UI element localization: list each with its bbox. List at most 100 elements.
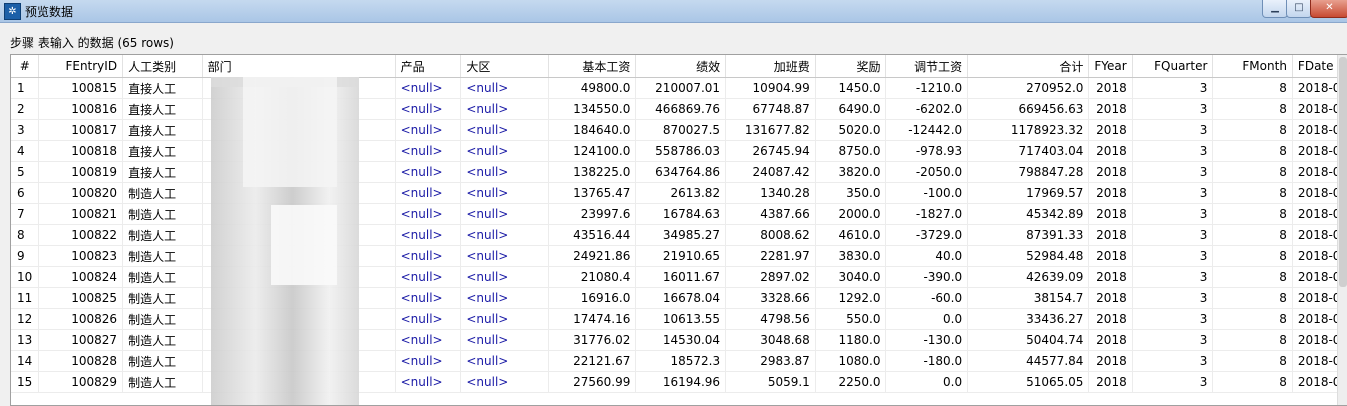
table-cell[interactable]: 8	[1212, 329, 1293, 351]
table-cell[interactable]: 87391.33	[967, 224, 1090, 246]
table-cell[interactable]: 2250.0	[815, 371, 887, 393]
table-cell[interactable]: 10	[11, 266, 40, 288]
table-cell[interactable]: 16194.96	[635, 371, 727, 393]
table-cell[interactable]: <null>	[395, 224, 462, 246]
table-cell[interactable]: <null>	[395, 266, 462, 288]
table-cell[interactable]: 8	[1212, 182, 1293, 204]
table-cell[interactable]: 100821	[38, 203, 124, 225]
table-cell[interactable]: 3	[1132, 350, 1214, 372]
minimize-button[interactable]: ▁	[1262, 0, 1288, 18]
table-cell[interactable]: 669456.63	[967, 98, 1090, 120]
column-header[interactable]: 产品	[395, 55, 462, 78]
table-cell[interactable]: 8	[1212, 308, 1293, 330]
table-cell[interactable]: 134550.0	[548, 98, 637, 120]
table-cell[interactable]: <null>	[460, 161, 549, 183]
table-cell[interactable]: -1827.0	[885, 203, 969, 225]
table-cell[interactable]: 2018	[1088, 98, 1133, 120]
table-cell[interactable]: <null>	[460, 350, 549, 372]
table-cell[interactable]: 制造人工	[122, 350, 203, 372]
table-cell[interactable]: 870027.5	[635, 119, 727, 141]
table-cell[interactable]: 2018	[1088, 182, 1133, 204]
table-cell[interactable]: 17474.16	[548, 308, 637, 330]
table-cell[interactable]: 43516.44	[548, 224, 637, 246]
table-cell[interactable]: 100816	[38, 98, 124, 120]
table-cell[interactable]: 2018	[1088, 371, 1133, 393]
table-cell[interactable]: 124100.0	[548, 140, 637, 162]
table-cell[interactable]: 3	[1132, 161, 1214, 183]
table-cell[interactable]: 7	[11, 203, 40, 225]
table-cell[interactable]: 6	[11, 182, 40, 204]
scrollbar-thumb[interactable]	[1339, 57, 1347, 287]
table-cell[interactable]: 制造人工	[122, 329, 203, 351]
table-cell[interactable]: 制造人工	[122, 371, 203, 393]
table-cell[interactable]: 2018	[1088, 266, 1133, 288]
table-cell[interactable]: 直接人工	[122, 77, 203, 99]
vertical-scrollbar[interactable]	[1337, 55, 1347, 405]
table-cell[interactable]: -978.93	[885, 140, 969, 162]
table-cell[interactable]: <null>	[460, 119, 549, 141]
table-cell[interactable]: -2050.0	[885, 161, 969, 183]
table-cell[interactable]: 2613.82	[635, 182, 727, 204]
column-header[interactable]: 奖励	[815, 55, 887, 78]
table-cell[interactable]: -12442.0	[885, 119, 969, 141]
table-cell[interactable]: 8	[1212, 224, 1293, 246]
table-cell[interactable]: 4	[11, 140, 40, 162]
table-cell[interactable]: 3	[1132, 329, 1214, 351]
table-cell[interactable]: 4610.0	[815, 224, 887, 246]
table-cell[interactable]: 2018	[1088, 350, 1133, 372]
table-cell[interactable]: 14	[11, 350, 40, 372]
table-cell[interactable]: 22121.67	[548, 350, 637, 372]
table-cell[interactable]: 8	[1212, 371, 1293, 393]
table-cell[interactable]: 100819	[38, 161, 124, 183]
table-cell[interactable]: 制造人工	[122, 224, 203, 246]
table-cell[interactable]: 3	[1132, 119, 1214, 141]
table-cell[interactable]: 0.0	[885, 371, 969, 393]
table-cell[interactable]: 44577.84	[967, 350, 1090, 372]
table-cell[interactable]: 2018	[1088, 140, 1133, 162]
table-cell[interactable]: 100829	[38, 371, 124, 393]
table-cell[interactable]: 8	[1212, 161, 1293, 183]
maximize-button[interactable]: □	[1286, 0, 1312, 18]
table-cell[interactable]: 3	[1132, 308, 1214, 330]
table-cell[interactable]: <null>	[460, 308, 549, 330]
table-cell[interactable]: 1292.0	[815, 287, 887, 309]
table-cell[interactable]: 3	[1132, 371, 1214, 393]
table-cell[interactable]: 直接人工	[122, 98, 203, 120]
table-cell[interactable]: 24087.42	[725, 161, 816, 183]
table-cell[interactable]: 8750.0	[815, 140, 887, 162]
table-cell[interactable]: 42639.09	[967, 266, 1090, 288]
table-cell[interactable]: <null>	[395, 329, 462, 351]
table-cell[interactable]: 67748.87	[725, 98, 816, 120]
table-cell[interactable]: 4387.66	[725, 203, 816, 225]
table-cell[interactable]: 18572.3	[635, 350, 727, 372]
table-cell[interactable]: 3	[1132, 224, 1214, 246]
table-cell[interactable]: 3	[1132, 287, 1214, 309]
table-cell[interactable]: 100818	[38, 140, 124, 162]
table-cell[interactable]: 210007.01	[635, 77, 727, 99]
table-cell[interactable]: 3	[1132, 266, 1214, 288]
table-cell[interactable]: 3	[1132, 245, 1214, 267]
table-cell[interactable]: <null>	[460, 98, 549, 120]
table-cell[interactable]: <null>	[395, 203, 462, 225]
table-cell[interactable]: 9	[11, 245, 40, 267]
table-cell[interactable]: 21080.4	[548, 266, 637, 288]
column-header[interactable]: FMonth	[1212, 55, 1293, 78]
table-cell[interactable]: <null>	[395, 245, 462, 267]
table-cell[interactable]: 2897.02	[725, 266, 816, 288]
table-cell[interactable]: 8	[1212, 140, 1293, 162]
table-cell[interactable]: <null>	[460, 140, 549, 162]
table-cell[interactable]: 550.0	[815, 308, 887, 330]
table-cell[interactable]: 100817	[38, 119, 124, 141]
table-cell[interactable]: 1180.0	[815, 329, 887, 351]
column-header[interactable]: 加班费	[725, 55, 816, 78]
table-cell[interactable]: 52984.48	[967, 245, 1090, 267]
table-cell[interactable]: <null>	[460, 287, 549, 309]
table-cell[interactable]: 3	[1132, 140, 1214, 162]
table-cell[interactable]: <null>	[395, 140, 462, 162]
table-cell[interactable]: 40.0	[885, 245, 969, 267]
table-cell[interactable]: 45342.89	[967, 203, 1090, 225]
table-cell[interactable]: 21910.65	[635, 245, 727, 267]
table-cell[interactable]: 制造人工	[122, 266, 203, 288]
table-cell[interactable]: 2	[11, 98, 40, 120]
table-cell[interactable]: 51065.05	[967, 371, 1090, 393]
